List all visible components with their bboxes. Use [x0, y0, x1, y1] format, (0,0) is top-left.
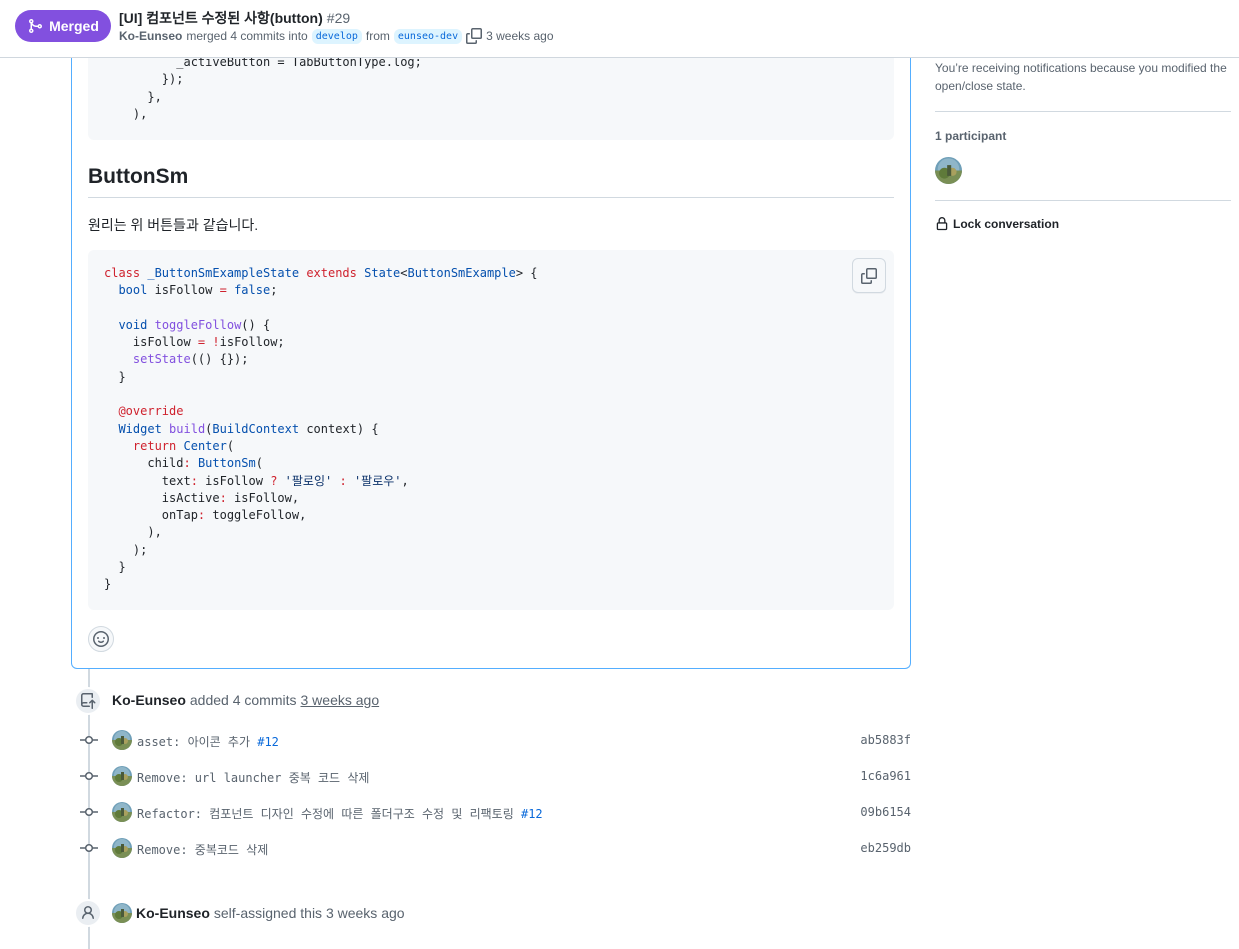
event-action: self-assigned this 3 weeks ago [213, 905, 405, 921]
commit-message[interactable]: Refactor: 컴포넌트 디자인 수정에 따른 폴더구조 수정 및 리팩토링… [137, 805, 543, 822]
commit-sha[interactable]: ab5883f [860, 733, 911, 747]
merged-text: merged 4 commits into [186, 29, 308, 43]
code-block-main-content: class _ButtonSmExampleState extends Stat… [104, 266, 538, 592]
commit-message[interactable]: Remove: url launcher 중복 코드 삭제 [137, 769, 369, 786]
commit-author-avatar[interactable] [112, 838, 132, 858]
commit-message[interactable]: asset: 아이콘 추가 #12 [137, 733, 279, 750]
commit-sha[interactable]: 09b6154 [860, 805, 911, 819]
commit-row: Remove: url launcher 중복 코드 삭제 1c6a961 [80, 766, 911, 786]
commit-row: asset: 아이콘 추가 #12 ab5883f [80, 730, 911, 750]
commit-issue-link[interactable]: #12 [257, 735, 279, 749]
head-branch-link[interactable]: eunseo-dev [393, 28, 463, 44]
merge-time: 3 weeks ago [486, 29, 554, 43]
avatar-image [935, 157, 962, 184]
avatar-image [112, 903, 132, 923]
commits-event-badge [74, 687, 102, 715]
commit-sha[interactable]: 1c6a961 [860, 769, 911, 783]
pr-number: #29 [326, 10, 351, 26]
commit-row: Remove: 중복코드 삭제 eb259db [80, 838, 911, 858]
smiley-icon [93, 631, 109, 647]
merged-label: Merged [49, 18, 99, 34]
code-block-top-content: _activeButton = TabButtonType.log; }); }… [104, 54, 422, 123]
merged-status-badge: Merged [15, 10, 111, 42]
add-reaction-button[interactable] [88, 626, 114, 652]
commit-message[interactable]: Remove: 중복코드 삭제 [137, 841, 268, 858]
event-time-link[interactable]: 3 weeks ago [301, 692, 380, 708]
notification-reason: You’re receiving notifications because y… [935, 61, 1227, 93]
commit-issue-link[interactable]: #12 [521, 807, 543, 821]
assign-event-badge [74, 899, 102, 927]
avatar-image [112, 730, 132, 750]
from-text: from [365, 29, 390, 43]
git-commit-icon [80, 807, 98, 817]
copy-icon[interactable] [466, 28, 483, 44]
commit-message-text[interactable]: asset: 아이콘 추가 [137, 735, 250, 749]
code-block-main: class _ButtonSmExampleState extends Stat… [88, 250, 894, 610]
commit-message-text[interactable]: Refactor: 컴포넌트 디자인 수정에 따른 폴더구조 수정 및 리팩토링 [137, 807, 514, 821]
repo-push-icon [81, 693, 96, 709]
pr-author-link[interactable]: Ko-Eunseo [119, 29, 182, 43]
copy-icon [861, 267, 877, 284]
section-description: 원리는 위 버튼들과 같습니다. [88, 217, 259, 233]
git-commit-icon [80, 843, 98, 853]
base-branch-link[interactable]: develop [311, 28, 362, 44]
participant-avatar[interactable] [935, 157, 962, 184]
pr-meta: Ko-Eunseo merged 4 commits into develop … [119, 28, 554, 44]
commit-author-avatar[interactable] [112, 802, 132, 822]
code-line: }); [104, 72, 184, 87]
event-actor-link[interactable]: Ko-Eunseo [112, 692, 186, 708]
commit-sha[interactable]: eb259db [860, 841, 911, 855]
participants-title: 1 participant [935, 129, 1007, 143]
avatar-image [112, 838, 132, 858]
event-action: added 4 commits [189, 692, 297, 708]
assign-event-text: Ko-Eunseo self-assigned this 3 weeks ago [112, 903, 405, 923]
pr-title-text: [UI] 컴포넌트 수정된 사항(button) [119, 10, 323, 26]
commit-message-text[interactable]: Remove: url launcher 중복 코드 삭제 [137, 771, 369, 785]
sidebar-divider [935, 200, 1231, 201]
commit-author-avatar[interactable] [112, 766, 132, 786]
section-heading: ButtonSm [88, 165, 894, 198]
commits-event-text: Ko-Eunseo added 4 commits 3 weeks ago [112, 692, 379, 708]
pr-title: [UI] 컴포넌트 수정된 사항(button) #29 [119, 8, 350, 28]
git-merge-icon [29, 19, 43, 33]
commit-row: Refactor: 컴포넌트 디자인 수정에 따른 폴더구조 수정 및 리팩토링… [80, 802, 911, 822]
avatar-image [112, 802, 132, 822]
actor-avatar[interactable] [112, 903, 132, 923]
code-line: ), [104, 106, 148, 121]
avatar-image [112, 766, 132, 786]
copy-code-button[interactable] [852, 258, 886, 293]
lock-icon [936, 217, 948, 231]
git-commit-icon [80, 735, 98, 745]
code-line: }, [104, 89, 162, 104]
commit-message-text[interactable]: Remove: 중복코드 삭제 [137, 843, 268, 857]
git-commit-icon [80, 771, 98, 781]
person-icon [82, 906, 94, 920]
lock-conversation-link[interactable]: Lock conversation [935, 216, 1059, 232]
lock-conversation-label: Lock conversation [953, 217, 1060, 231]
code-block-top: _activeButton = TabButtonType.log; }); }… [88, 55, 894, 140]
event-actor-link[interactable]: Ko-Eunseo [136, 905, 210, 921]
sticky-header: Merged [UI] 컴포넌트 수정된 사항(button) #29 Ko-Eu… [0, 0, 1239, 58]
commit-author-avatar[interactable] [112, 730, 132, 750]
sidebar-divider [935, 111, 1231, 112]
